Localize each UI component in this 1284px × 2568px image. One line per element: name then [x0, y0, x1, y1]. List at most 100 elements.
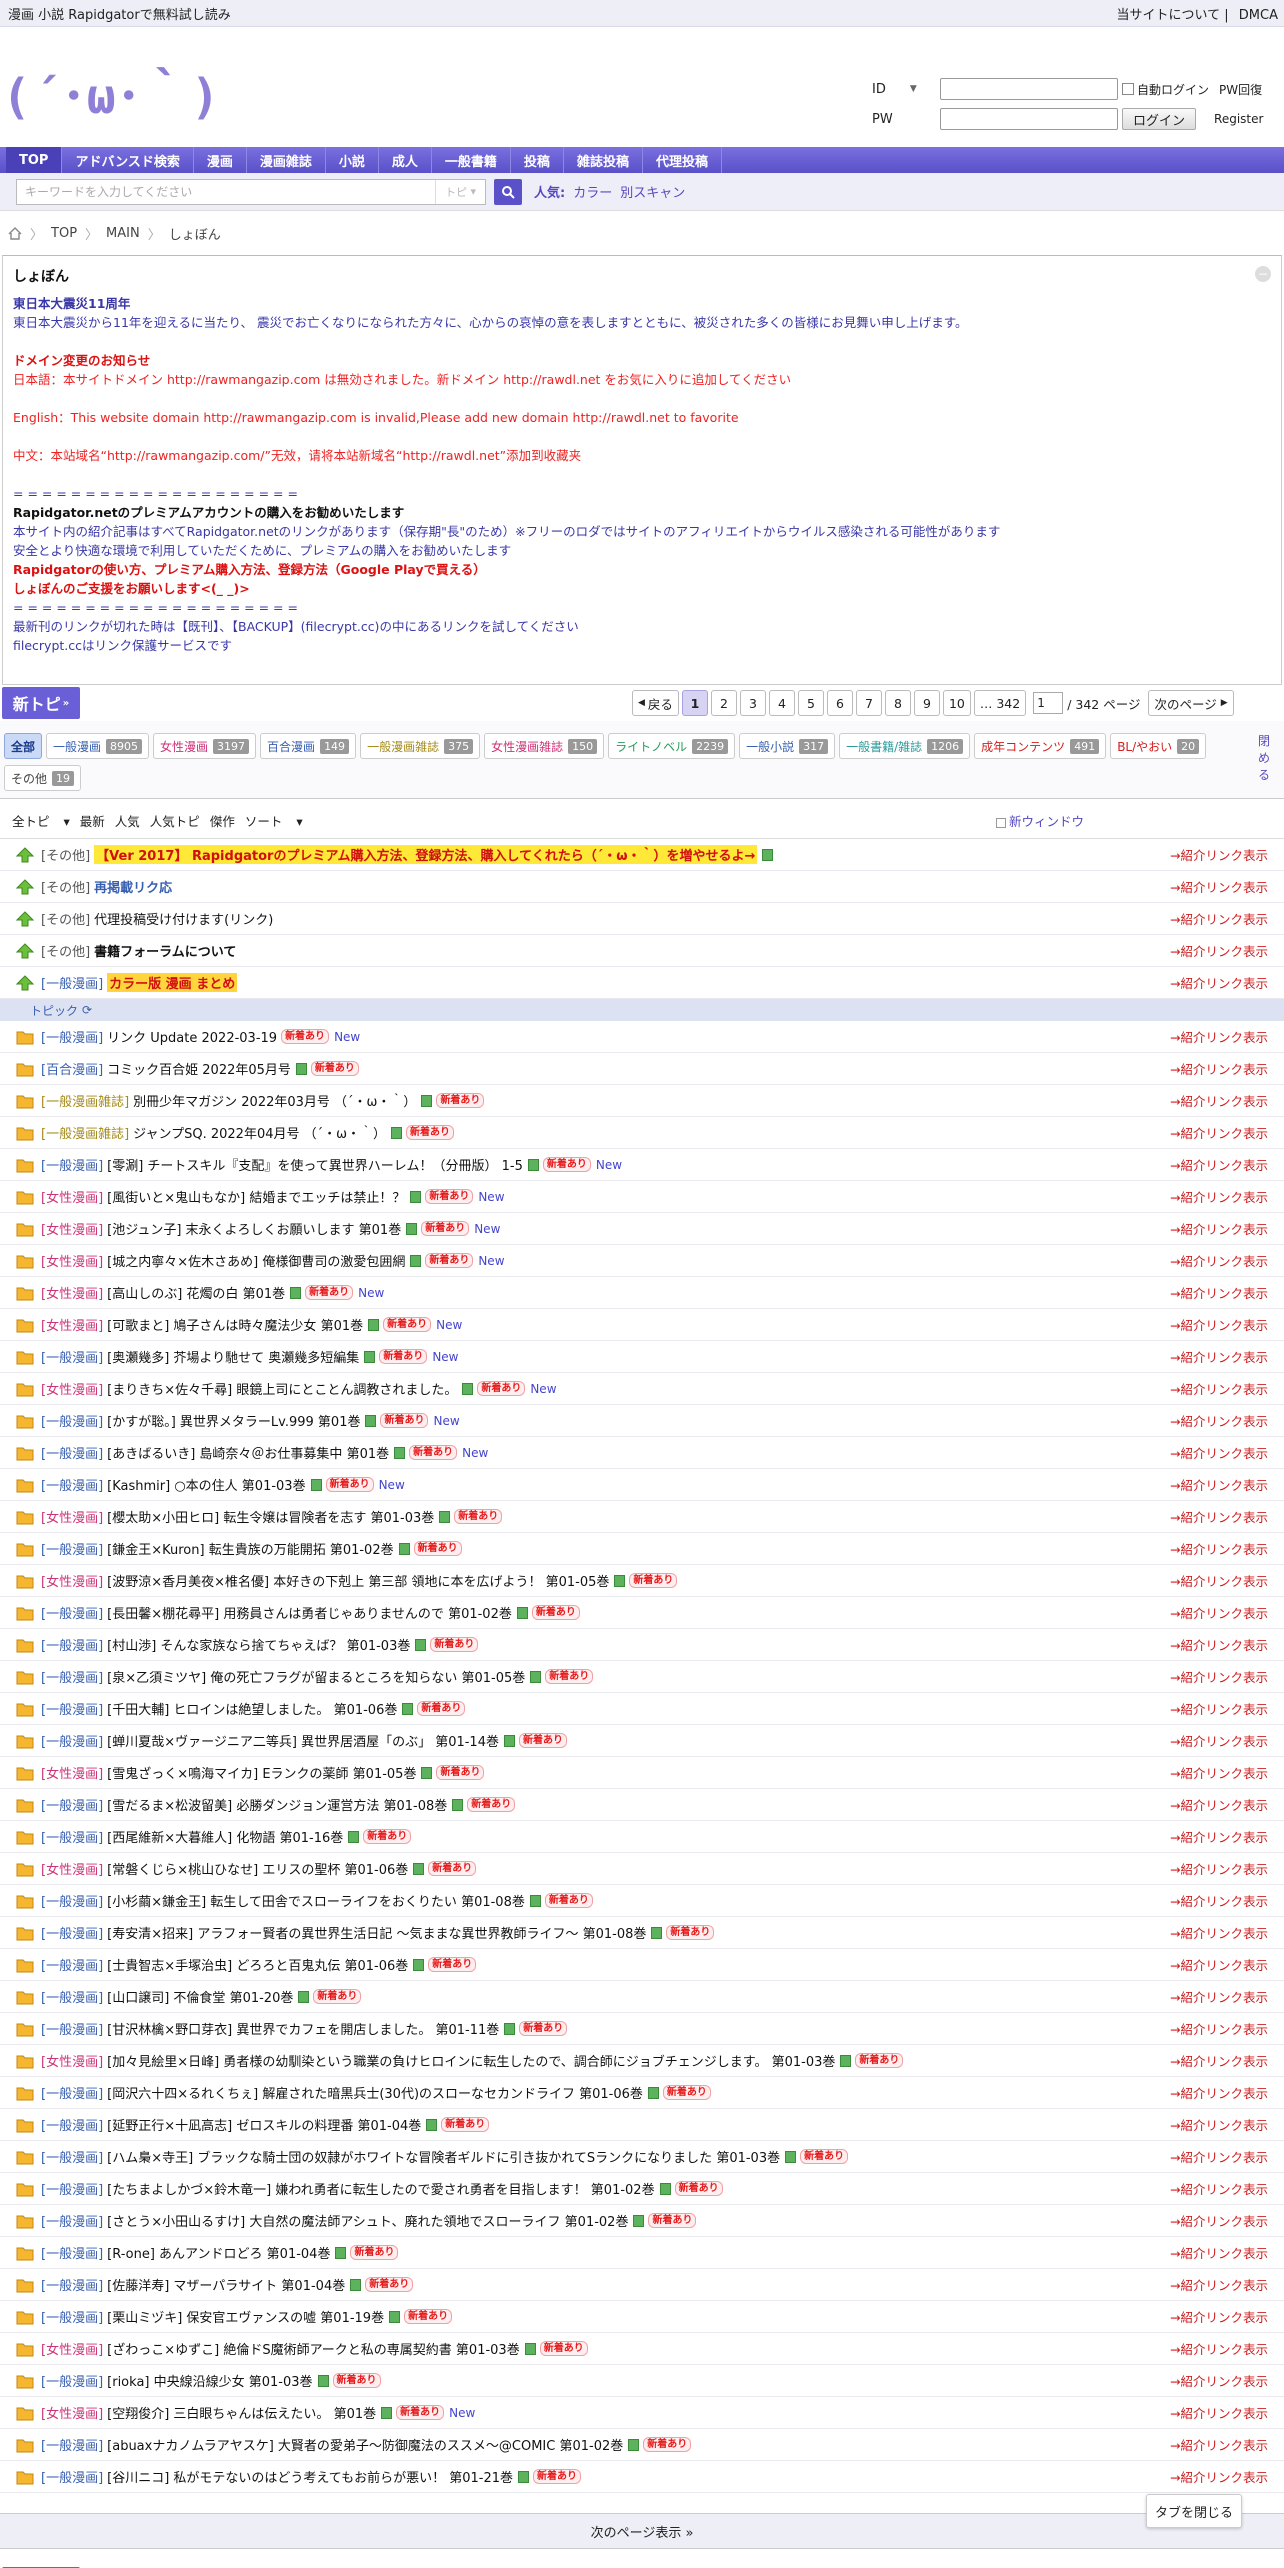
- topic-row[interactable]: [女性漫画] [波野涼×香月美夜×椎名優] 本好きの下剋上 第三部 領地に本を広げ…: [0, 1565, 1284, 1597]
- topic-row[interactable]: [女性漫画] [可歌まと] 鳩子さんは時々魔法少女 第01巻 新着あり New →紹介リ…: [0, 1309, 1284, 1341]
- show-link-button[interactable]: →紹介リンク表示: [1170, 1251, 1268, 1270]
- topic-title[interactable]: [零涮] チートスキル『支配』を使って異世界ハーレム！（分冊版） 1-5: [107, 1155, 523, 1174]
- popular-keyword[interactable]: 別スキャン: [620, 186, 685, 201]
- topic-row[interactable]: [女性漫画] [まりきち×佐々千尋] 眼鏡上司にとことん調教されました。 新着あり N…: [0, 1373, 1284, 1405]
- topic-title[interactable]: [abuaxナカノムラアヤスケ] 大賢者の愛弟子～防御魔法のススメ～@COMIC…: [107, 2435, 623, 2454]
- show-link-button[interactable]: →紹介リンク表示: [1170, 2051, 1268, 2070]
- search-input[interactable]: キーワードを入力してください トピ ▾: [16, 178, 486, 205]
- topic-category[interactable]: [一般漫画]: [41, 1987, 103, 2006]
- topic-row[interactable]: [女性漫画] [高山しのぶ] 花燭の白 第01巻 新着あり New →紹介リンク表示: [0, 1277, 1284, 1309]
- id-field[interactable]: [940, 78, 1118, 100]
- show-link-button[interactable]: →紹介リンク表示: [1170, 1539, 1268, 1558]
- topic-category[interactable]: [一般漫画]: [41, 1955, 103, 1974]
- topic-row[interactable]: [一般漫画] [abuaxナカノムラアヤスケ] 大賢者の愛弟子～防御魔法のススメ～…: [0, 2429, 1284, 2461]
- topic-title[interactable]: [櫻太助×小田ヒロ] 転生令嬢は冒険者を志す 第01-03巻: [107, 1507, 434, 1526]
- topic-category[interactable]: [女性漫画]: [41, 2339, 103, 2358]
- topic-title[interactable]: [可歌まと] 鳩子さんは時々魔法少女 第01巻: [107, 1315, 363, 1334]
- topic-row[interactable]: [一般漫画] [士貴智志×手塚治虫] どろろと百鬼丸伝 第01-06巻 新着あり →紹…: [0, 1949, 1284, 1981]
- show-link-button[interactable]: →紹介リンク表示: [1170, 1507, 1268, 1526]
- topic-category[interactable]: [一般漫画]: [41, 1731, 103, 1750]
- topic-category[interactable]: [一般漫画]: [41, 1891, 103, 1910]
- topic-title[interactable]: [かすが聡。] 異世界メタラーLv.999 第01巻: [107, 1411, 360, 1430]
- topic-title[interactable]: コミック百合姫 2022年05月号: [107, 1059, 291, 1078]
- show-link-button[interactable]: →紹介リンク表示: [1170, 1635, 1268, 1654]
- category-chip[interactable]: 一般小説 317: [739, 733, 836, 759]
- topic-category[interactable]: [女性漫画]: [41, 1315, 103, 1334]
- pinned-topic-row[interactable]: [その他] 書籍フォーラムについて →紹介リンク表示: [0, 935, 1284, 967]
- topic-row[interactable]: [女性漫画] [城之内寧々×佐木さあめ] 俺様御曹司の激愛包囲網 新着あり New →紹…: [0, 1245, 1284, 1277]
- show-link-button[interactable]: →紹介リンク表示: [1170, 1411, 1268, 1430]
- topic-category[interactable]: [一般漫画]: [41, 2083, 103, 2102]
- topic-row[interactable]: [一般漫画] [雪だるま×松波留美] 必勝ダンジョン運営方法 第01-08巻 新着あ…: [0, 1789, 1284, 1821]
- topic-row[interactable]: [女性漫画] [加々見絵里×日峰] 勇者様の幼馴染という職業の負けヒロインに転生し…: [0, 2045, 1284, 2077]
- show-link-button[interactable]: →紹介リンク表示: [1170, 973, 1268, 992]
- topic-category[interactable]: [女性漫画]: [41, 1571, 103, 1590]
- nav-item[interactable]: TOP: [6, 147, 63, 173]
- show-link-button[interactable]: →紹介リンク表示: [1170, 1219, 1268, 1238]
- pinned-topic-row[interactable]: [その他] 【Ver 2017】 Rapidgatorのプレミアム購入方法、登録方…: [0, 839, 1284, 871]
- topic-row[interactable]: [女性漫画] [風街いと×鬼山もなか] 結婚までエッチは禁止！？ 新着あり New →紹…: [0, 1181, 1284, 1213]
- topic-title[interactable]: [佐藤洋寿] マザーパラサイト 第01-04巻: [107, 2275, 345, 2294]
- show-link-button[interactable]: →紹介リンク表示: [1170, 2307, 1268, 2326]
- nav-item[interactable]: 漫画雑誌: [247, 147, 326, 173]
- tab-latest[interactable]: 最新: [80, 811, 105, 830]
- show-link-button[interactable]: →紹介リンク表示: [1170, 2019, 1268, 2038]
- topic-row[interactable]: [一般漫画] [泉×乙須ミツヤ] 俺の死亡フラグが留まるところを知らない 第01-…: [0, 1661, 1284, 1693]
- topic-category[interactable]: [女性漫画]: [41, 1251, 103, 1270]
- topic-category[interactable]: [一般漫画]: [41, 2243, 103, 2262]
- topic-title[interactable]: [蝉川夏哉×ヴァージニア二等兵] 異世界居酒屋「のぶ」 第01-14巻: [107, 1731, 499, 1750]
- show-link-button[interactable]: →紹介リンク表示: [1170, 1379, 1268, 1398]
- nav-item[interactable]: 漫画: [194, 147, 247, 173]
- show-link-button[interactable]: →紹介リンク表示: [1170, 1315, 1268, 1334]
- page-button[interactable]: 6: [826, 690, 853, 716]
- site-logo[interactable]: (´･ω･｀): [2, 73, 221, 121]
- show-link-button[interactable]: →紹介リンク表示: [1170, 1987, 1268, 2006]
- topic-category[interactable]: [一般漫画]: [41, 2371, 103, 2390]
- show-link-button[interactable]: →紹介リンク表示: [1170, 2275, 1268, 2294]
- show-link-button[interactable]: →紹介リンク表示: [1170, 1699, 1268, 1718]
- show-link-button[interactable]: →紹介リンク表示: [1170, 1187, 1268, 1206]
- tab-popular[interactable]: 人気: [115, 811, 140, 830]
- home-icon[interactable]: [8, 226, 22, 240]
- close-icon[interactable]: −: [1255, 266, 1271, 282]
- topic-category[interactable]: [女性漫画]: [41, 1859, 103, 1878]
- show-link-button[interactable]: →紹介リンク表示: [1170, 877, 1268, 896]
- topic-title[interactable]: [常磐くじら×桃山ひなせ] エリスの聖杯 第01-06巻: [107, 1859, 408, 1878]
- notice-line[interactable]: ドメイン変更のお知らせ: [13, 351, 1271, 370]
- topic-row[interactable]: [一般漫画] [延野正行×十凪高志] ゼロスキルの料理番 第01-04巻 新着あり →…: [0, 2109, 1284, 2141]
- topic-category[interactable]: [一般漫画]: [41, 2179, 103, 2198]
- next-page-link[interactable]: 次のページ表示 »: [591, 2522, 694, 2541]
- topic-category[interactable]: [一般漫画雑誌]: [41, 1123, 129, 1142]
- topic-category[interactable]: [女性漫画]: [41, 2403, 103, 2422]
- topic-title[interactable]: [池ジュン子] 末永くよろしくお願いします 第01巻: [107, 1219, 401, 1238]
- topic-row[interactable]: [女性漫画] [櫻太助×小田ヒロ] 転生令嬢は冒険者を志す 第01-03巻 新着あり…: [0, 1501, 1284, 1533]
- show-link-button[interactable]: →紹介リンク表示: [1170, 1891, 1268, 1910]
- topic-category[interactable]: [一般漫画]: [41, 1027, 103, 1046]
- topic-row[interactable]: [一般漫画] [西尾維新×大暮維人] 化物語 第01-16巻 新着あり →紹介リンク表…: [0, 1821, 1284, 1853]
- page-button[interactable]: 2: [710, 690, 737, 716]
- show-link-button[interactable]: →紹介リンク表示: [1170, 1731, 1268, 1750]
- topic-row[interactable]: [一般漫画] [鎌金王×Kuron] 転生貴族の万能開拓 第01-02巻 新着あり →…: [0, 1533, 1284, 1565]
- topic-category[interactable]: [一般漫画]: [41, 2435, 103, 2454]
- show-link-button[interactable]: →紹介リンク表示: [1170, 1443, 1268, 1462]
- nav-item[interactable]: 小説: [326, 147, 379, 173]
- topic-category[interactable]: [一般漫画]: [41, 1699, 103, 1718]
- topic-row[interactable]: [一般漫画] [R-one] あんアンドロどろ 第01-04巻 新着あり →紹介リンク…: [0, 2237, 1284, 2269]
- show-link-button[interactable]: →紹介リンク表示: [1170, 2115, 1268, 2134]
- show-link-button[interactable]: →紹介リンク表示: [1170, 2211, 1268, 2230]
- topic-row[interactable]: [一般漫画] [村山渉] そんな家族なら捨てちゃえば？ 第01-03巻 新着あり →紹…: [0, 1629, 1284, 1661]
- topic-category[interactable]: [一般漫画]: [41, 1827, 103, 1846]
- topic-title[interactable]: [高山しのぶ] 花燭の白 第01巻: [107, 1283, 285, 1302]
- show-link-button[interactable]: →紹介リンク表示: [1170, 845, 1268, 864]
- topic-row[interactable]: [一般漫画] [栗山ミヅキ] 保安官エヴァンスの嘘 第01-19巻 新着あり →紹介リ…: [0, 2301, 1284, 2333]
- topic-category[interactable]: [その他]: [41, 845, 90, 864]
- topic-row[interactable]: [一般漫画] [かすが聡。] 異世界メタラーLv.999 第01巻 新着あり New →…: [0, 1405, 1284, 1437]
- topic-category[interactable]: [女性漫画]: [41, 1187, 103, 1206]
- topic-title[interactable]: [奥瀬幾多] 芥場より馳せて 奥瀬幾多短編集: [107, 1347, 359, 1366]
- topic-title[interactable]: [小杉繭×鎌金王] 転生して田舎でスローライフをおくりたい 第01-08巻: [107, 1891, 525, 1910]
- page-button[interactable]: 3: [739, 690, 766, 716]
- category-chip[interactable]: 一般漫画 8905: [46, 733, 150, 759]
- show-link-button[interactable]: →紹介リンク表示: [1170, 2147, 1268, 2166]
- password-field[interactable]: [940, 108, 1118, 130]
- show-link-button[interactable]: →紹介リンク表示: [1170, 941, 1268, 960]
